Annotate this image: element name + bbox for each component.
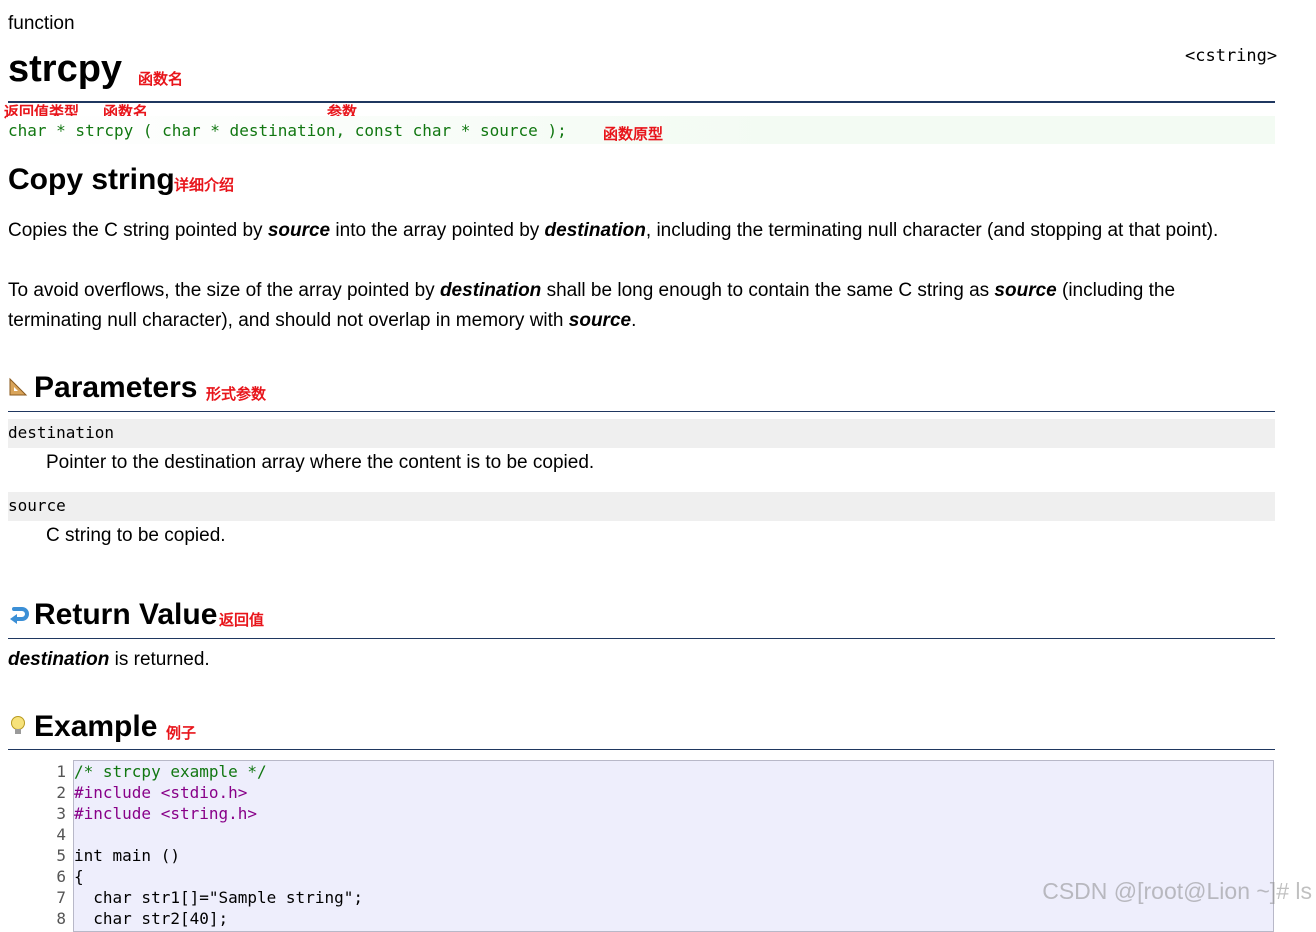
text-run: . (631, 310, 637, 331)
watermark: CSDN @[root@Lion ~]# ls (1042, 878, 1312, 904)
description-paragraph-1: Copies the C string pointed by source in… (8, 216, 1298, 246)
code-line: int main () (74, 846, 180, 865)
code-line: { (74, 867, 84, 886)
line-number: 6 (56, 867, 66, 886)
ruler-triangle-icon (8, 377, 28, 397)
param-ref: destination (439, 280, 542, 301)
prototype-annotation: 函数原型 (603, 125, 664, 143)
line-number: 8 (56, 909, 66, 928)
line-number: 4 (56, 825, 66, 844)
code-line: /* strcpy example */ (74, 762, 267, 781)
code-line: char str1[]="Sample string"; (74, 888, 363, 907)
text-run: shall be long enough to contain the same… (541, 280, 995, 301)
return-value-heading: Return Value (34, 598, 218, 631)
text-run: (including the (1056, 280, 1176, 301)
param-ref: destination (544, 220, 646, 241)
function-prototype: char * strcpy ( char * destination, cons… (8, 121, 567, 140)
return-value-annotation: 返回值 (219, 611, 265, 629)
line-number: 5 (56, 846, 66, 865)
page-title: strcpy (8, 48, 123, 90)
line-number: 2 (56, 783, 66, 802)
param-name-destination: destination (8, 423, 114, 442)
text-run: Copies the C string pointed by (8, 220, 268, 241)
param-name-bar (8, 419, 1275, 448)
description-annotation: 详细介绍 (174, 176, 235, 194)
param-ref: source (994, 280, 1057, 301)
title-annotation: 函数名 (138, 70, 184, 88)
lightbulb-icon (9, 715, 27, 737)
param-name-source: source (8, 496, 66, 515)
title-divider (8, 101, 1275, 103)
example-divider (8, 749, 1275, 750)
code-line: char str2[40]; (74, 909, 229, 928)
line-number: 3 (56, 804, 66, 823)
line-number: 1 (56, 762, 66, 781)
text-run: To avoid overflows, the size of the arra… (8, 280, 440, 301)
parameters-divider (8, 411, 1275, 412)
param-ref: destination (8, 649, 110, 670)
description-paragraph-2: To avoid overflows, the size of the arra… (8, 276, 1298, 336)
code-line: #include <string.h> (74, 804, 258, 823)
code-line: #include <stdio.h> (74, 783, 248, 802)
example-heading: Example (34, 710, 158, 743)
text-run: terminating null character), and should … (8, 310, 569, 331)
return-value-text: destination is returned. (8, 649, 210, 671)
text-run: into the array pointed by (330, 220, 545, 241)
parameters-heading-annotation: 形式参数 (206, 385, 267, 403)
parameters-heading: Parameters (34, 371, 198, 404)
param-desc-destination: Pointer to the destination array where t… (46, 452, 595, 473)
param-desc-source: C string to be copied. (46, 525, 226, 546)
param-ref: source (267, 220, 331, 241)
text-run: , including the terminating null charact… (645, 220, 1219, 241)
return-value-divider (8, 638, 1275, 639)
text-run: is returned. (109, 649, 210, 670)
example-annotation: 例子 (166, 724, 197, 742)
page-kind-label: function (8, 13, 75, 34)
param-ref: source (568, 310, 632, 331)
return-arrow-icon (8, 605, 30, 625)
param-name-bar (8, 492, 1275, 521)
header-file-label: <cstring> (1185, 46, 1278, 66)
description-heading: Copy string (8, 163, 175, 196)
line-number: 7 (56, 888, 66, 907)
